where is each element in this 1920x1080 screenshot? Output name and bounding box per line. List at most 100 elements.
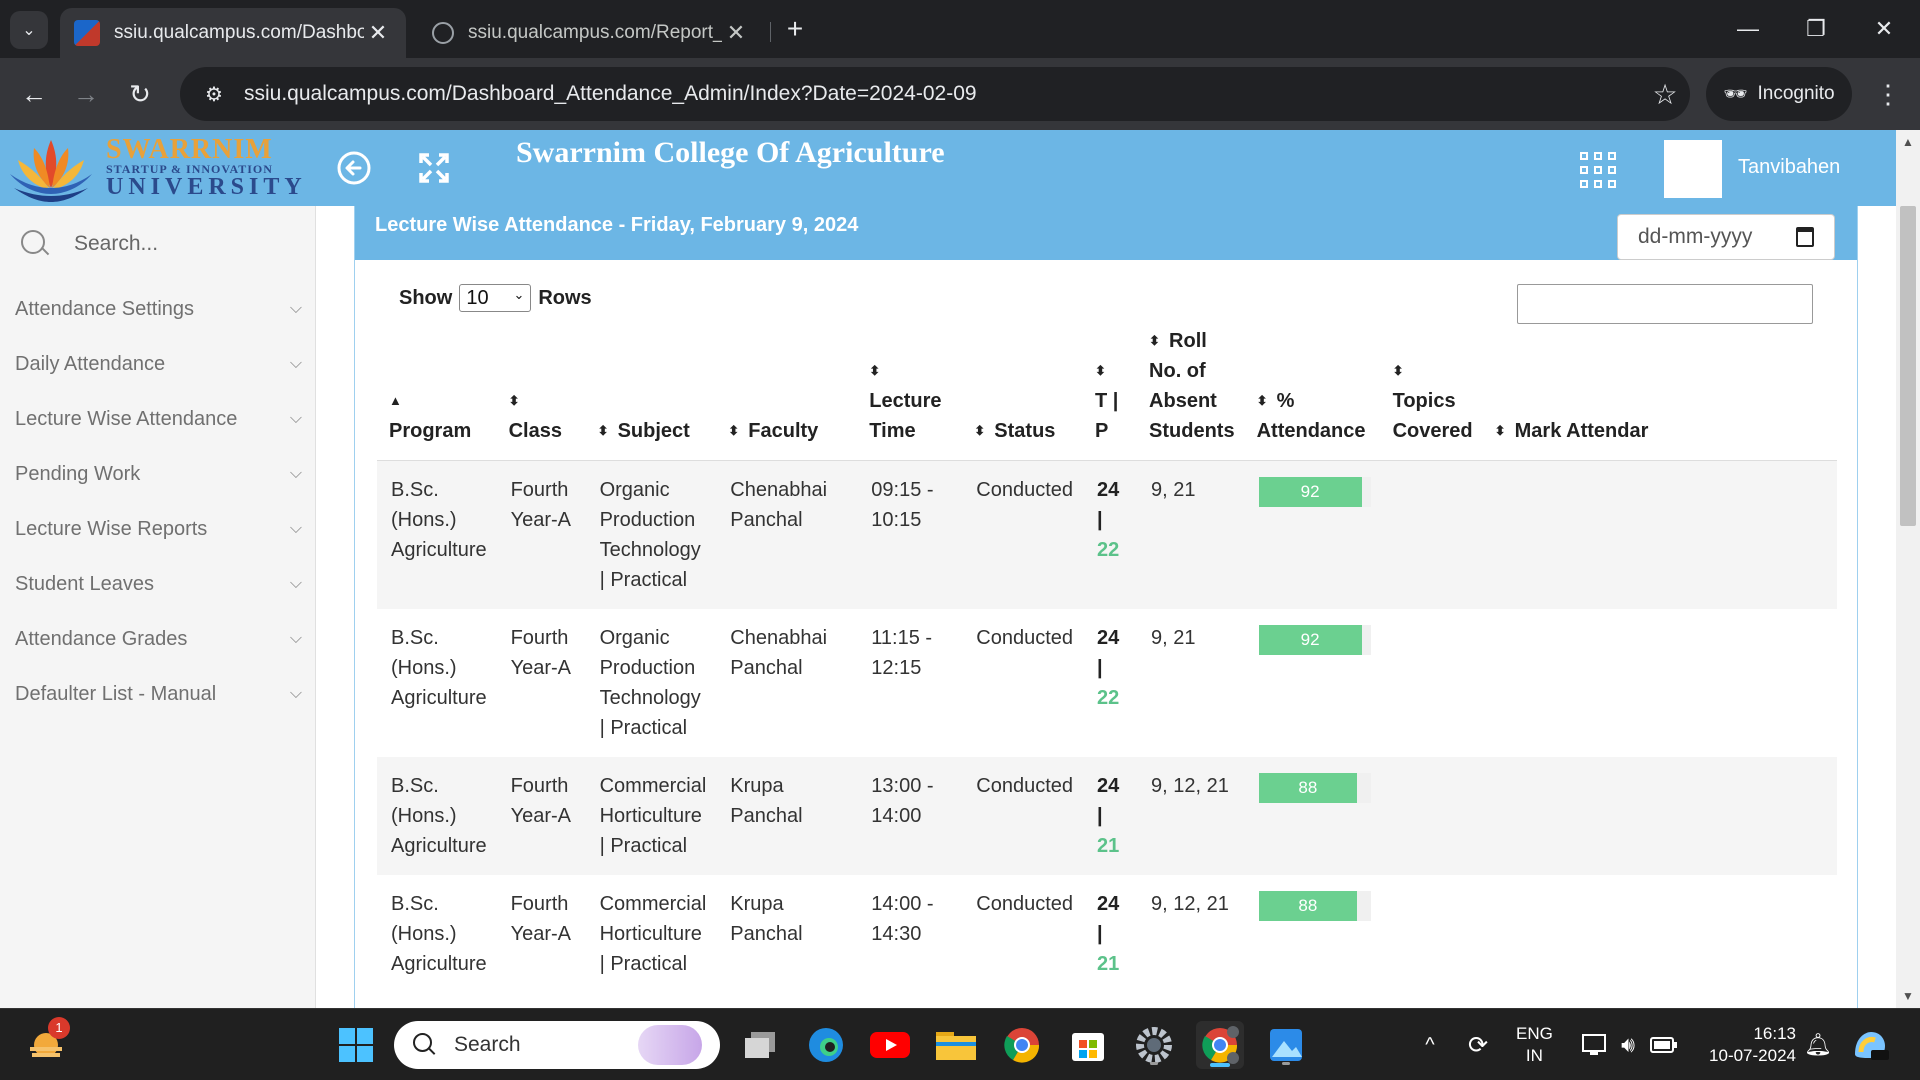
edge-icon[interactable] bbox=[802, 1021, 850, 1069]
sidebar-item-label: Defaulter List - Manual bbox=[15, 682, 217, 705]
sidebar-item-lecture-wise-attendance[interactable]: Lecture Wise Attendance ⌵ bbox=[0, 394, 316, 444]
column-header-mark-attendance[interactable]: ⬍ Mark Attendar bbox=[1482, 326, 1837, 461]
sidebar-item-attendance-grades[interactable]: Attendance Grades ⌵ bbox=[0, 614, 316, 664]
window-close-icon[interactable]: ✕ bbox=[1856, 8, 1912, 50]
table-row[interactable]: B.Sc. (Hons.) Agriculture Fourth Year-A Or… bbox=[377, 609, 1837, 757]
sidebar-item-daily-attendance[interactable]: Daily Attendance ⌵ bbox=[0, 339, 316, 389]
sidebar-item-lecture-wise-reports[interactable]: Lecture Wise Reports ⌵ bbox=[0, 504, 316, 554]
back-icon[interactable]: ← bbox=[14, 74, 54, 114]
chrome-incognito-icon[interactable] bbox=[1196, 1021, 1244, 1069]
page-scrollbar[interactable]: ▲ ▼ bbox=[1896, 130, 1920, 1008]
chevron-down-icon: ⌵ bbox=[289, 410, 303, 427]
calendar-icon[interactable] bbox=[1796, 227, 1814, 247]
sidebar-item-pending-work[interactable]: Pending Work ⌵ bbox=[0, 449, 316, 499]
cell-mark-attendance[interactable] bbox=[1483, 461, 1837, 610]
new-tab-button[interactable]: + bbox=[778, 12, 812, 46]
taskview-icon[interactable] bbox=[736, 1021, 784, 1069]
column-header-lecture-time[interactable]: ⬍ Lecture Time bbox=[857, 326, 963, 461]
scroll-up-arrow-icon[interactable]: ▲ bbox=[1896, 132, 1920, 152]
column-header-subject[interactable]: ⬍ Subject bbox=[585, 326, 717, 461]
language-indicator[interactable]: ENG IN bbox=[1516, 1023, 1553, 1067]
notification-bell-icon[interactable]: 🔔︎ bbox=[1794, 1021, 1842, 1069]
incognito-button[interactable]: 🕶 Incognito bbox=[1706, 67, 1852, 121]
search-icon bbox=[18, 227, 52, 261]
avatar[interactable] bbox=[1664, 140, 1722, 198]
sort-icon: ⬍ bbox=[1095, 363, 1106, 378]
microsoft-store-icon[interactable] bbox=[1064, 1021, 1112, 1069]
sort-icon: ⬍ bbox=[1149, 333, 1160, 348]
column-header-label: Roll No. of Absent Students bbox=[1149, 330, 1235, 442]
cell-faculty: Krupa Panchal bbox=[730, 775, 803, 827]
table-row[interactable]: B.Sc. (Hons.) Agriculture Fourth Year-A Co… bbox=[377, 757, 1837, 875]
youtube-icon[interactable] bbox=[866, 1021, 914, 1069]
cell-subject: Commercial Horticulture | Practical bbox=[599, 893, 707, 975]
attendance-table: ▲ Program ⬍ Class ⬍ Subject ⬍ Faculty ⬍ Lecture T… bbox=[377, 326, 1837, 993]
scroll-thumb[interactable] bbox=[1900, 206, 1916, 526]
sync-icon[interactable]: ⟳ bbox=[1454, 1021, 1502, 1069]
tray-overflow-icon[interactable]: ^ bbox=[1406, 1021, 1454, 1069]
system-clock[interactable]: 16:13 10-07-2024 bbox=[1700, 1023, 1796, 1067]
back-circle-icon[interactable] bbox=[334, 148, 374, 188]
tab-search-button[interactable]: ⌄ bbox=[10, 11, 48, 49]
present-count: 21 bbox=[1097, 835, 1120, 857]
browser-tab-inactive[interactable]: ssiu.qualcampus.com/Report_Vi ✕ bbox=[418, 8, 764, 58]
url-text[interactable]: ssiu.qualcampus.com/Dashboard_Attendance… bbox=[234, 82, 1640, 106]
copilot-icon[interactable] bbox=[1846, 1021, 1894, 1069]
settings-gear-icon[interactable] bbox=[1130, 1021, 1178, 1069]
column-header-t-p[interactable]: ⬍ T | P bbox=[1083, 326, 1138, 461]
table-search-input[interactable] bbox=[1517, 284, 1813, 324]
running-indicator bbox=[1282, 1062, 1290, 1065]
user-name[interactable]: Tanvibahen bbox=[1738, 156, 1840, 179]
column-header-class[interactable]: ⬍ Class bbox=[496, 326, 586, 461]
sidebar-item-attendance-settings[interactable]: Attendance Settings ⌵ bbox=[0, 284, 316, 334]
site-info-icon[interactable]: ⚙ bbox=[194, 82, 234, 107]
scroll-down-arrow-icon[interactable]: ▼ bbox=[1896, 986, 1920, 1006]
column-header-label: Program bbox=[389, 420, 472, 442]
fullscreen-icon[interactable] bbox=[414, 148, 454, 188]
sidebar-item-defaulter-list[interactable]: Defaulter List - Manual ⌵ bbox=[0, 669, 316, 719]
browser-menu-icon[interactable]: ⋮ bbox=[1868, 74, 1908, 114]
running-indicator bbox=[1150, 1062, 1158, 1065]
column-header-faculty[interactable]: ⬍ Faculty bbox=[716, 326, 858, 461]
attendance-progress-track: 88 bbox=[1258, 891, 1371, 921]
reload-icon[interactable]: ↻ bbox=[120, 74, 160, 114]
battery-icon[interactable] bbox=[1640, 1021, 1688, 1069]
cell-mark-attendance[interactable] bbox=[1483, 757, 1837, 875]
start-button[interactable] bbox=[332, 1021, 380, 1069]
file-explorer-icon[interactable] bbox=[932, 1021, 980, 1069]
column-header-program[interactable]: ▲ Program bbox=[377, 326, 497, 461]
table-row[interactable]: B.Sc. (Hons.) Agriculture Fourth Year-A Or… bbox=[377, 460, 1837, 610]
forward-icon[interactable]: → bbox=[66, 74, 106, 114]
sidebar-item-student-leaves[interactable]: Student Leaves ⌵ bbox=[0, 559, 316, 609]
restore-icon[interactable]: ❐ bbox=[1788, 8, 1844, 50]
page-size-select[interactable]: 10 ⌄ bbox=[459, 284, 532, 312]
taskbar-search[interactable]: Search bbox=[394, 1021, 720, 1069]
page-size-control: Show 10 ⌄ Rows bbox=[399, 284, 592, 312]
tab-close-icon[interactable]: ✕ bbox=[722, 20, 750, 46]
cell-mark-attendance[interactable] bbox=[1483, 609, 1837, 757]
present-count: 22 bbox=[1097, 687, 1120, 709]
minimize-icon[interactable]: — bbox=[1720, 8, 1776, 50]
address-bar[interactable]: ⚙ ssiu.qualcampus.com/Dashboard_Attendan… bbox=[180, 67, 1690, 121]
table-row[interactable]: B.Sc. (Hons.) Agriculture Fourth Year-A Co… bbox=[377, 875, 1837, 993]
photos-icon[interactable] bbox=[1262, 1021, 1310, 1069]
date-picker-input[interactable]: dd-mm-yyyy bbox=[1617, 214, 1835, 260]
attendance-progress-track: 88 bbox=[1258, 773, 1371, 803]
university-logo[interactable]: SWARRNIM STARTUP & INNOVATION UNIVERSITY bbox=[0, 130, 302, 206]
cell-mark-attendance[interactable] bbox=[1483, 875, 1837, 993]
chrome-icon[interactable] bbox=[998, 1021, 1046, 1069]
sidebar-search[interactable]: Search... bbox=[18, 224, 298, 264]
column-header-status[interactable]: ⬍ Status bbox=[962, 326, 1084, 461]
bookmark-star-icon[interactable]: ☆ bbox=[1640, 78, 1690, 111]
tab-close-icon[interactable]: ✕ bbox=[364, 20, 392, 46]
browser-tab-active[interactable]: ssiu.qualcampus.com/Dashboar ✕ bbox=[60, 8, 406, 58]
column-header-absent-rolls[interactable]: ⬍ Roll No. of Absent Students bbox=[1137, 326, 1245, 461]
column-header-attendance[interactable]: ⬍% Attendance bbox=[1244, 326, 1381, 461]
sidebar-item-label: Attendance Grades bbox=[15, 627, 188, 650]
cell-program: B.Sc. (Hons.) Agriculture bbox=[391, 893, 487, 975]
apps-grid-icon[interactable] bbox=[1578, 150, 1618, 190]
cell-t-p: 24 | 21 bbox=[1097, 893, 1120, 975]
column-header-topics[interactable]: ⬍ Topics Covered bbox=[1380, 326, 1483, 461]
sidebar-search-input[interactable]: Search... bbox=[74, 232, 158, 256]
column-header-label: Faculty bbox=[748, 420, 819, 442]
